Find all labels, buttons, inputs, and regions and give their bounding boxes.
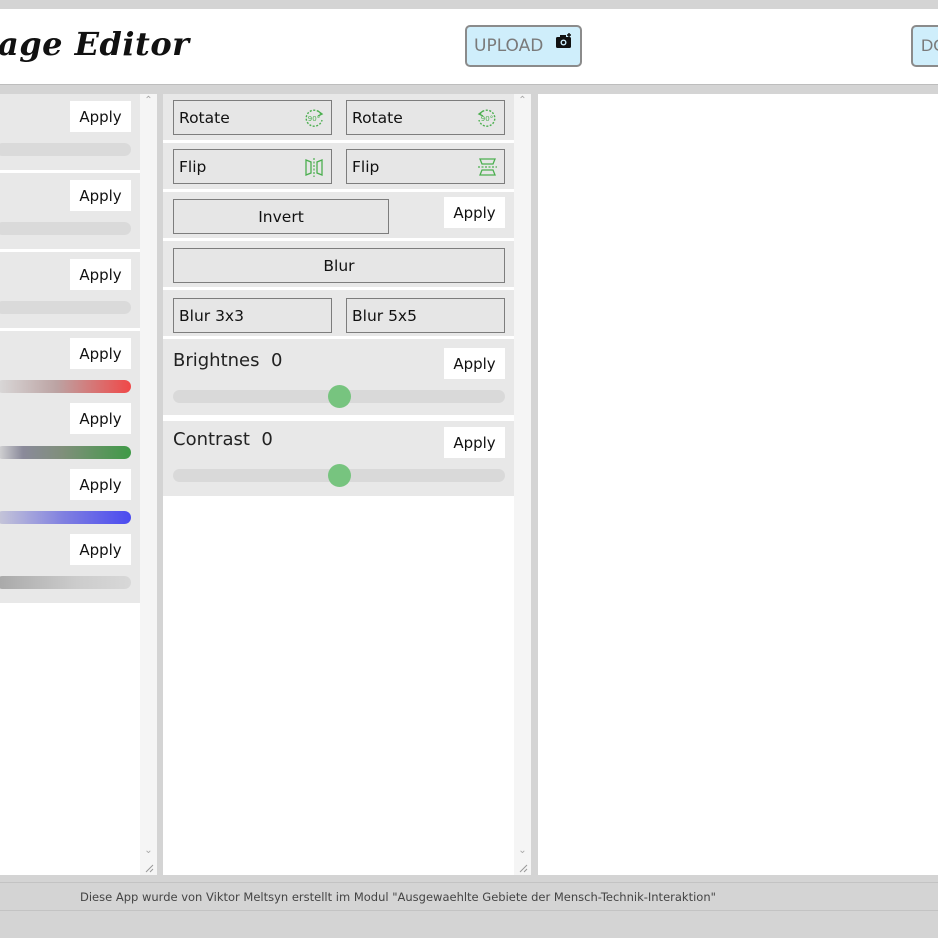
camera-add-icon bbox=[556, 33, 571, 48]
download-button[interactable]: DO bbox=[911, 25, 938, 67]
apply-button[interactable]: Apply bbox=[70, 101, 131, 132]
apply-button[interactable]: Apply bbox=[70, 180, 131, 211]
brightness-section: Brightnes 0 Apply bbox=[163, 339, 514, 415]
contrast-slider[interactable] bbox=[173, 464, 505, 487]
left-slider-track[interactable] bbox=[0, 143, 131, 156]
brightness-value: 0 bbox=[270, 350, 283, 371]
left-section-1: Apply bbox=[0, 94, 140, 170]
flip-section: Flip Flip bbox=[163, 143, 514, 189]
rotate-counterclockwise-icon: 90° bbox=[477, 109, 496, 127]
left-slider-track[interactable] bbox=[0, 222, 131, 235]
blur-size-section: Blur 3x3 Blur 5x5 bbox=[163, 290, 514, 336]
flip-vertical-button[interactable]: Flip bbox=[346, 149, 505, 184]
contrast-slider-thumb[interactable] bbox=[328, 464, 351, 487]
top-strip bbox=[0, 0, 938, 9]
scroll-up-icon[interactable]: ⌃ bbox=[514, 94, 531, 108]
rotate-right-label: Rotate bbox=[179, 108, 230, 127]
footer: Diese App wurde von Viktor Meltsyn erste… bbox=[0, 882, 938, 911]
blur-button[interactable]: Blur bbox=[173, 248, 505, 283]
rotate-right-button[interactable]: Rotate 90° bbox=[173, 100, 332, 135]
brightness-apply-button[interactable]: Apply bbox=[444, 348, 505, 379]
rotate-left-button[interactable]: Rotate 90° bbox=[346, 100, 505, 135]
invert-section: Invert Apply bbox=[163, 192, 514, 238]
invert-apply-button[interactable]: Apply bbox=[444, 197, 505, 228]
download-label: DO bbox=[921, 36, 938, 55]
brightness-slider[interactable] bbox=[173, 385, 505, 408]
rotate-left-label: Rotate bbox=[352, 108, 403, 127]
left-section-2: Apply bbox=[0, 173, 140, 249]
left-panel-scrollbar[interactable]: ⌃ ⌄ bbox=[140, 94, 157, 875]
resize-grip-icon[interactable] bbox=[516, 861, 528, 873]
upload-button[interactable]: UPLOAD bbox=[465, 25, 582, 67]
left-section-3: Apply bbox=[0, 252, 140, 328]
tools-panel[interactable]: Rotate 90° Rotate 90° Flip Flip Invert A… bbox=[163, 94, 531, 875]
gray-slider-track[interactable] bbox=[0, 576, 131, 589]
scroll-down-icon[interactable]: ⌄ bbox=[514, 844, 531, 858]
green-slider-track[interactable] bbox=[0, 446, 131, 459]
tools-panel-scrollbar[interactable]: ⌃ ⌄ bbox=[514, 94, 531, 875]
left-slider-track[interactable] bbox=[0, 301, 131, 314]
scroll-up-icon[interactable]: ⌃ bbox=[140, 94, 157, 108]
flip-vertical-label: Flip bbox=[352, 157, 380, 176]
image-canvas[interactable] bbox=[538, 94, 938, 875]
flip-horizontal-icon bbox=[305, 158, 323, 177]
apply-button-green[interactable]: Apply bbox=[70, 403, 131, 434]
left-section-rgb: Apply Apply Apply Apply bbox=[0, 331, 140, 603]
rotate-clockwise-icon: 90° bbox=[305, 109, 324, 127]
blur-5x5-button[interactable]: Blur 5x5 bbox=[346, 298, 505, 333]
color-adjust-panel[interactable]: Apply Apply Apply Apply Apply Apply Appl… bbox=[0, 94, 157, 875]
svg-text:90°: 90° bbox=[481, 115, 493, 123]
scroll-down-icon[interactable]: ⌄ bbox=[140, 844, 157, 858]
blur-section: Blur bbox=[163, 241, 514, 287]
contrast-value: 0 bbox=[261, 429, 273, 450]
apply-button-red[interactable]: Apply bbox=[70, 338, 131, 369]
contrast-apply-button[interactable]: Apply bbox=[444, 427, 505, 458]
contrast-label: Contrast 0 bbox=[173, 429, 273, 450]
contrast-section: Contrast 0 Apply bbox=[163, 421, 514, 496]
brightness-label: Brightnes 0 bbox=[173, 350, 283, 371]
rotate-section: Rotate 90° Rotate 90° bbox=[163, 94, 514, 140]
apply-button[interactable]: Apply bbox=[70, 259, 131, 290]
apply-button-gray[interactable]: Apply bbox=[70, 534, 131, 565]
apply-button-blue[interactable]: Apply bbox=[70, 469, 131, 500]
brightness-slider-thumb[interactable] bbox=[328, 385, 351, 408]
blur-3x3-button[interactable]: Blur 3x3 bbox=[173, 298, 332, 333]
flip-vertical-icon bbox=[478, 158, 497, 176]
svg-text:90°: 90° bbox=[308, 115, 320, 123]
invert-button[interactable]: Invert bbox=[173, 199, 389, 234]
upload-label: UPLOAD bbox=[474, 36, 544, 56]
app-header: age Editor UPLOAD DO bbox=[0, 9, 938, 85]
flip-horizontal-button[interactable]: Flip bbox=[173, 149, 332, 184]
blue-slider-track[interactable] bbox=[0, 511, 131, 524]
app-logo: age Editor bbox=[0, 25, 190, 63]
resize-grip-icon[interactable] bbox=[142, 861, 154, 873]
footer-text: Diese App wurde von Viktor Meltsyn erste… bbox=[80, 890, 716, 904]
flip-horizontal-label: Flip bbox=[179, 157, 207, 176]
red-slider-track[interactable] bbox=[0, 380, 131, 393]
